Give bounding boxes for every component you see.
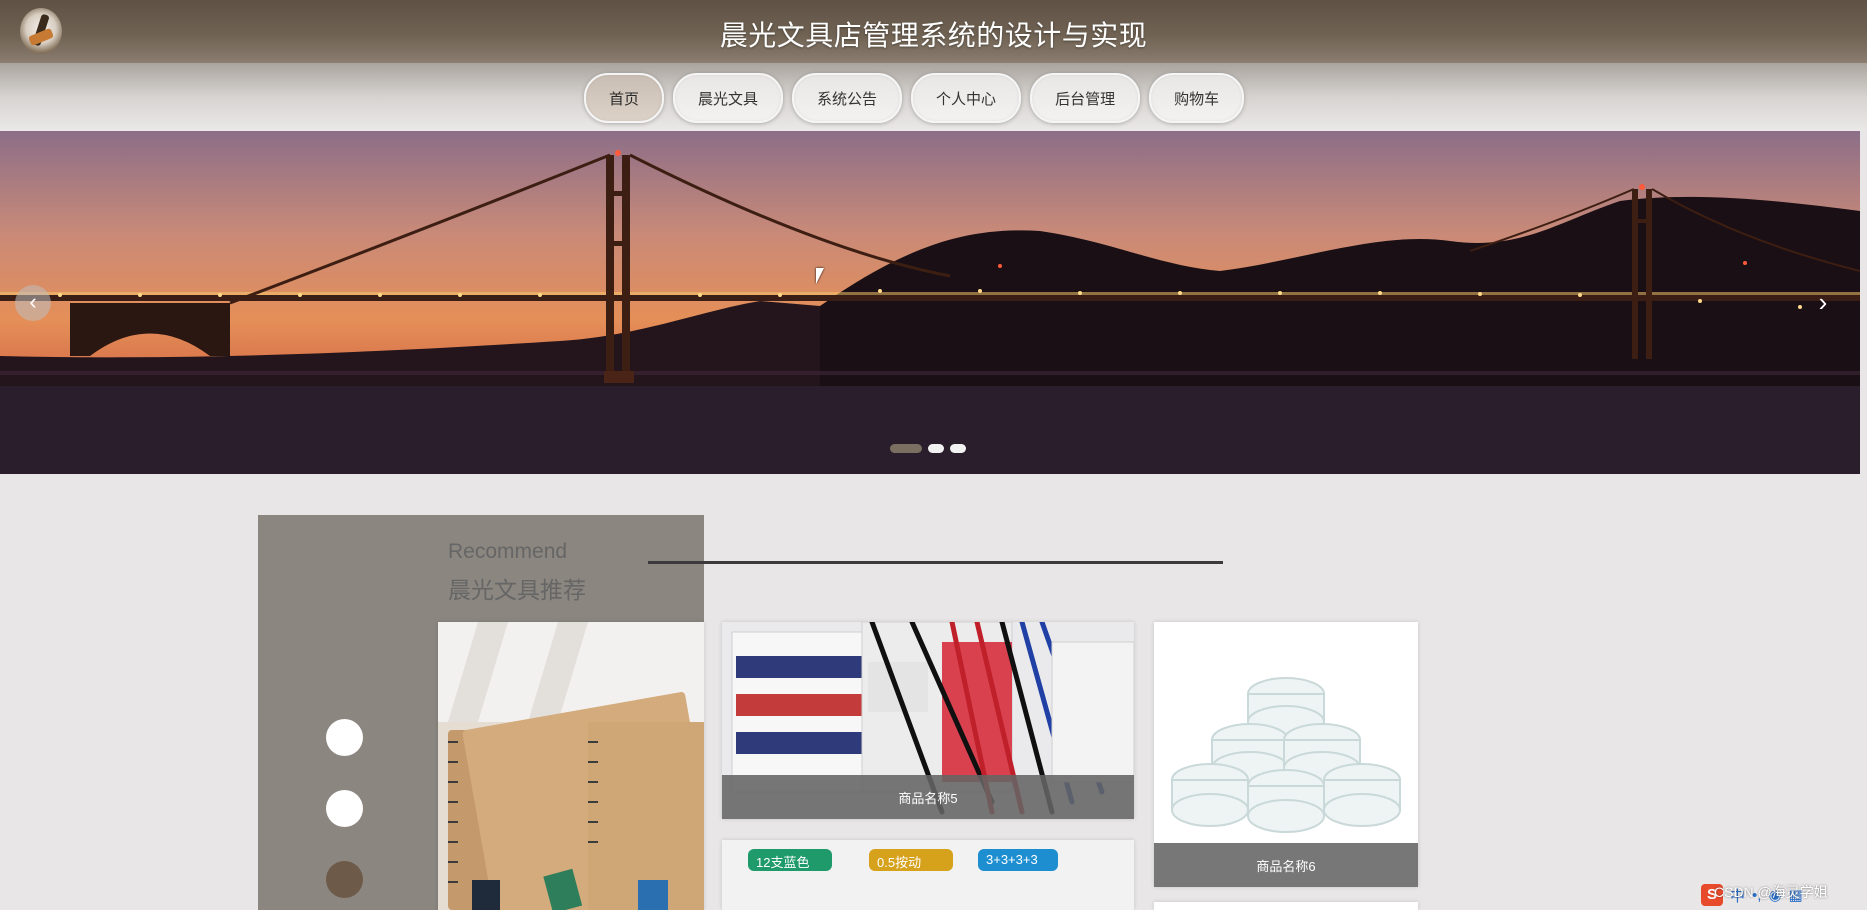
carousel-indicators [890, 444, 966, 453]
product-image-gel-pens [722, 840, 1134, 910]
product-name: 商品名称5 [722, 775, 1134, 819]
nav-item-cart[interactable]: 购物车 [1149, 73, 1245, 123]
recommend-selector-3[interactable] [326, 861, 363, 898]
recommend-selector-1[interactable] [326, 719, 363, 756]
banner-image-golden-gate [0, 150, 1860, 474]
banner-carousel: ‹ › [0, 131, 1860, 474]
carousel-dot-1[interactable] [890, 444, 922, 453]
nav-list: 首页 晨光文具 系统公告 个人中心 后台管理 购物车 [584, 73, 1245, 123]
product-card[interactable]: 商品名称5 [722, 622, 1134, 819]
product-tag: 12支蓝色 [756, 855, 810, 870]
csdn-watermark: CSDN @海灵学姐 [1714, 884, 1828, 900]
section-divider [648, 561, 1223, 564]
carousel-dot-3[interactable] [950, 444, 966, 453]
recommend-title-cn: 晨光文具推荐 [448, 577, 586, 603]
product-card[interactable]: 12支蓝色 0.5按动 3+3+3+3 [722, 840, 1134, 910]
nav-item-stationery[interactable]: 晨光文具 [673, 73, 784, 123]
mouse-cursor-icon [816, 268, 824, 284]
recommend-selector-2[interactable] [326, 790, 363, 827]
carousel-next-button[interactable]: › [1808, 287, 1838, 317]
nav-item-home[interactable]: 首页 [584, 73, 665, 123]
site-title: 晨光文具店管理系统的设计与实现 [719, 20, 1148, 51]
carousel-dot-2[interactable] [928, 444, 944, 453]
recommend-title-en: Recommend [448, 540, 568, 563]
main-nav: 首页 晨光文具 系统公告 个人中心 后台管理 购物车 [0, 63, 1867, 131]
nav-item-admin[interactable]: 后台管理 [1030, 73, 1141, 123]
product-image-notebooks [438, 622, 704, 910]
nav-item-announcements[interactable]: 系统公告 [792, 73, 903, 123]
product-card[interactable] [438, 622, 704, 910]
carousel-prev-button[interactable]: ‹ [15, 285, 51, 321]
site-header: 晨光文具店管理系统的设计与实现 [0, 0, 1867, 63]
product-card[interactable]: 商品名称6 [1154, 622, 1418, 887]
product-name: 商品名称6 [1154, 843, 1418, 887]
product-tag: 0.5按动 [877, 855, 922, 870]
product-card[interactable] [1154, 902, 1418, 910]
nav-item-profile[interactable]: 个人中心 [911, 73, 1022, 123]
product-tag: 3+3+3+3 [986, 852, 1038, 867]
